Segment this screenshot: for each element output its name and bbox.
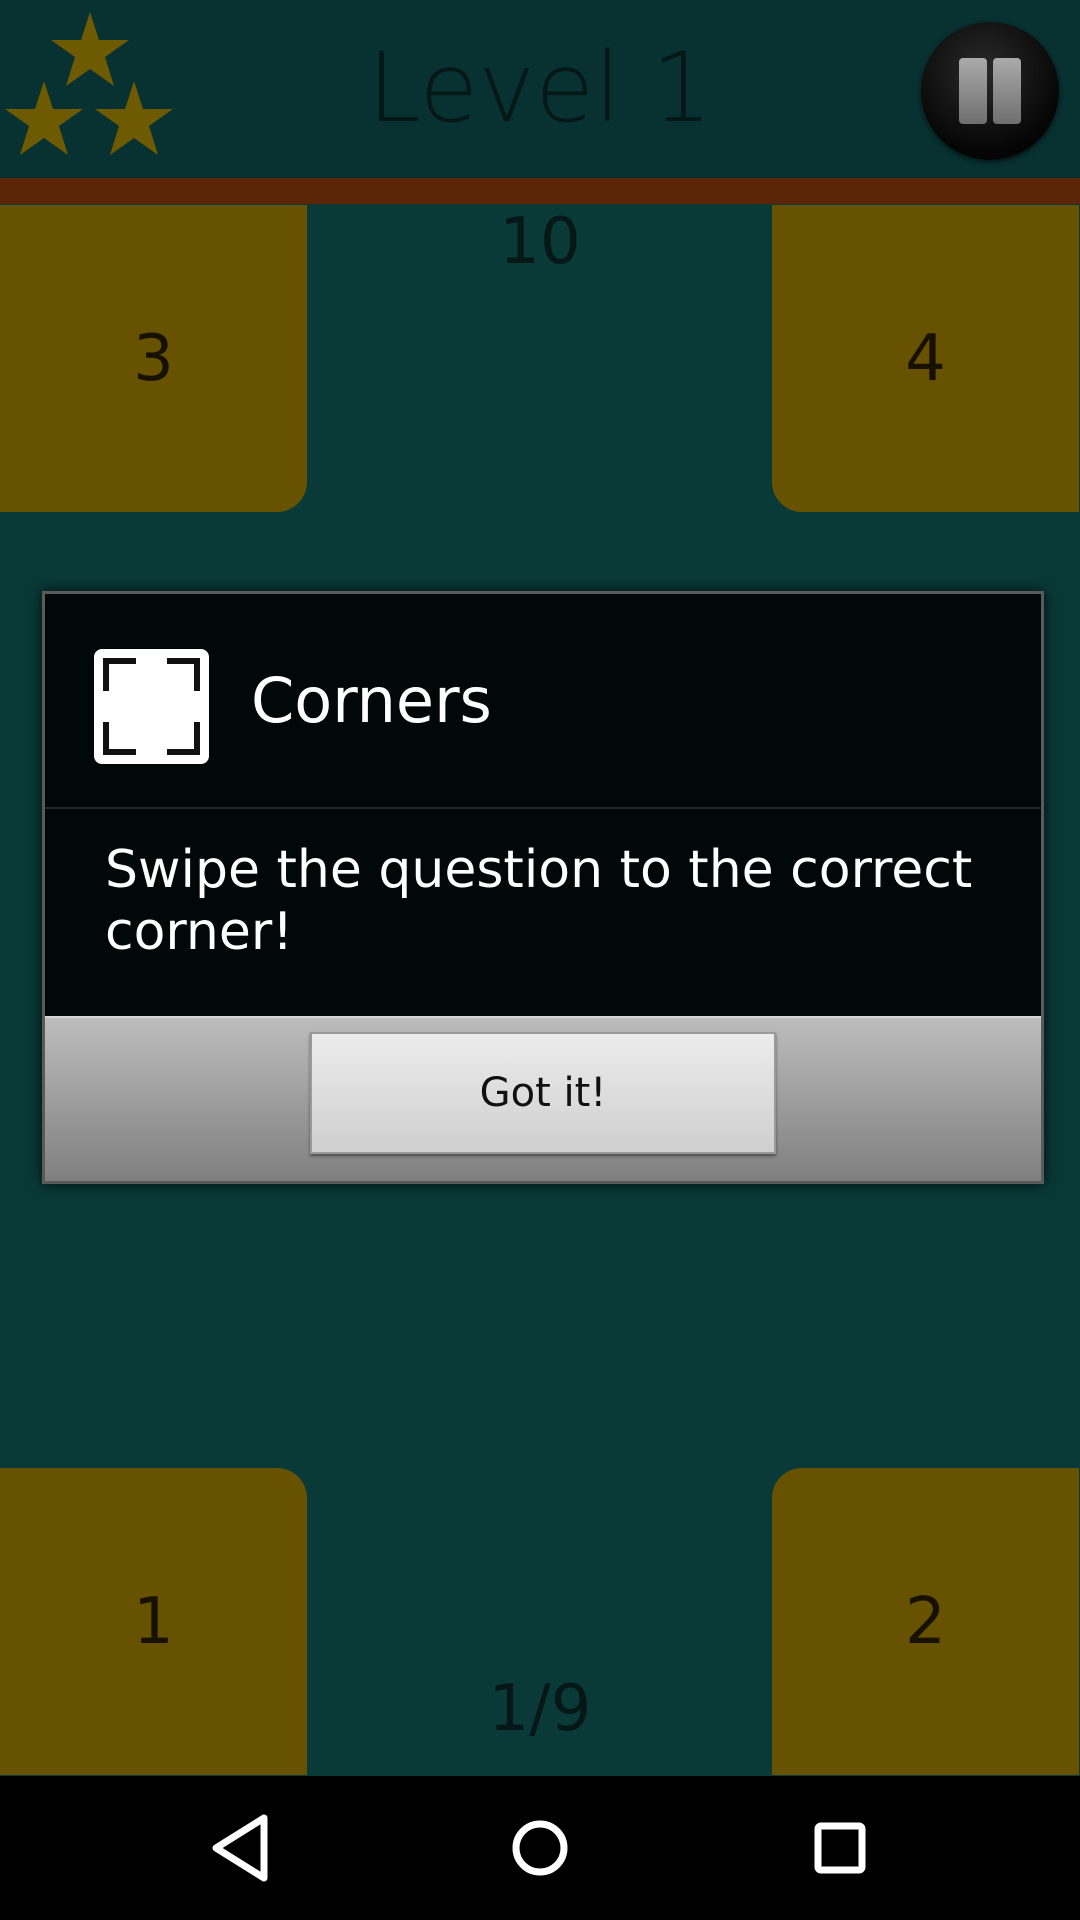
question-progress: 1/9: [488, 1672, 592, 1746]
header-bar: Level 1: [0, 0, 1080, 178]
score: 10: [499, 205, 581, 279]
timer-fill: [0, 178, 1080, 204]
home-icon[interactable]: [490, 1806, 590, 1890]
corners-icon: [94, 649, 209, 764]
level-title: Level 1: [367, 32, 713, 144]
timer-bar: [0, 178, 1080, 204]
pause-button[interactable]: [921, 22, 1059, 160]
dialog-title: Corners: [251, 664, 492, 737]
pause-icon: [993, 58, 1021, 124]
recents-icon[interactable]: [790, 1806, 890, 1890]
tutorial-dialog: Corners Swipe the question to the correc…: [42, 591, 1044, 1184]
dialog-message: Swipe the question to the correct corner…: [105, 840, 973, 962]
dialog-footer: Got it!: [45, 1016, 1041, 1181]
dialog-header: Corners: [45, 594, 1041, 809]
back-icon[interactable]: [192, 1806, 292, 1890]
pause-icon: [959, 58, 987, 124]
got-it-button[interactable]: Got it!: [310, 1032, 776, 1154]
game-screen: Level 1 3 4 1 2 10 1/9 5 Corners Swipe t…: [0, 0, 1080, 1776]
system-nav-bar: [0, 1776, 1080, 1920]
